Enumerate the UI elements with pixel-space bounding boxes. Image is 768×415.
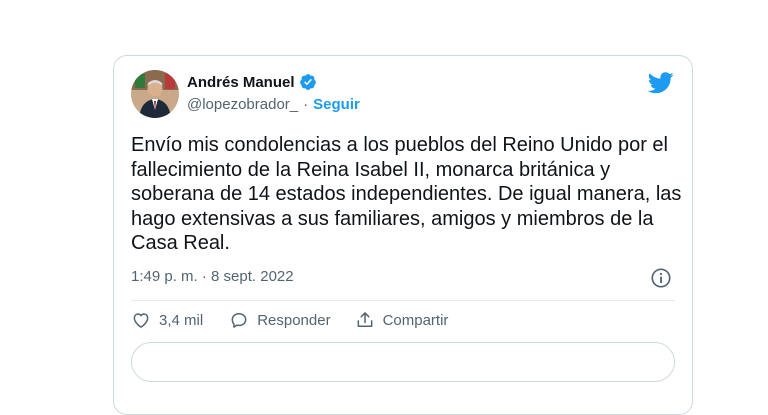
like-button[interactable]: 3,4 mil <box>131 310 203 330</box>
author-name-row: Andrés Manuel <box>187 73 317 91</box>
reply-button[interactable]: Responder <box>229 310 331 330</box>
tweet-actions: 3,4 mil Responder Compartir <box>131 310 448 330</box>
reply-label: Responder <box>257 311 331 329</box>
comment-icon <box>231 313 247 328</box>
share-button[interactable]: Compartir <box>355 310 449 330</box>
avatar-image <box>131 70 179 118</box>
author-handle-row: @lopezobrador_ · Seguir <box>187 96 360 113</box>
tweet-card: Andrés Manuel @lopezobrador_ · Seguir En… <box>113 55 693 415</box>
heart-icon <box>133 313 149 328</box>
divider <box>131 300 675 301</box>
share-label: Compartir <box>382 311 449 329</box>
tweet-timestamp[interactable]: 1:49 p. m. · 8 sept. 2022 <box>131 268 294 285</box>
tweet-text: Envío mis condolencias a los pueblos del… <box>131 134 682 254</box>
info-icon[interactable] <box>650 267 672 289</box>
like-count: 3,4 mil <box>159 311 204 329</box>
author-handle[interactable]: @lopezobrador_ <box>187 96 298 113</box>
follow-link[interactable]: Seguir <box>313 96 360 113</box>
verified-badge-icon <box>299 74 316 90</box>
read-replies-button[interactable] <box>131 342 675 382</box>
twitter-bird-icon[interactable] <box>648 72 674 94</box>
share-icon <box>357 312 372 327</box>
avatar[interactable] <box>131 70 179 118</box>
separator-dot: · <box>303 96 309 113</box>
author-name[interactable]: Andrés Manuel <box>187 74 295 91</box>
